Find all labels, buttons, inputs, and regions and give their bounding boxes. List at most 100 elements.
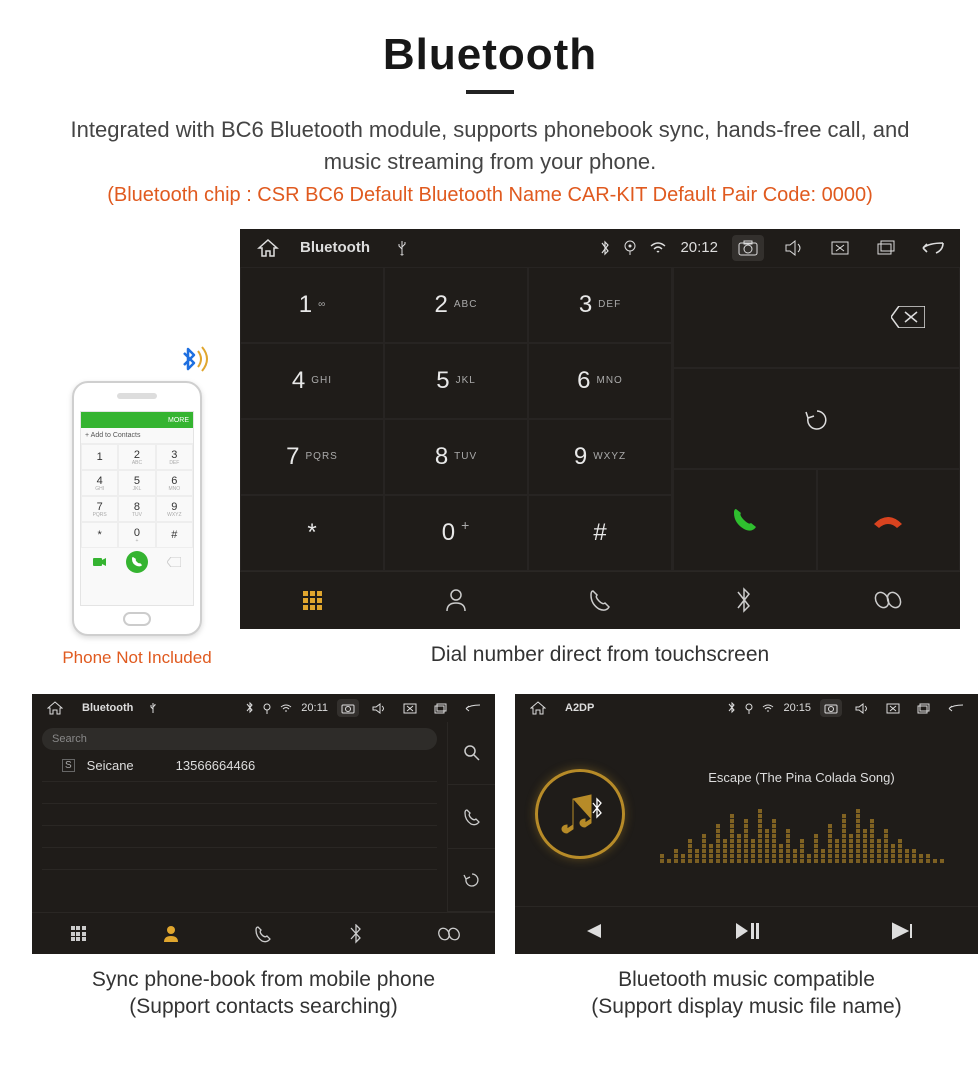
bluetooth-spec: (Bluetooth chip : CSR BC6 Default Blueto… [20,184,960,207]
music-bluetooth-icon [535,769,625,859]
status-bar: Bluetooth 20:12 [240,229,960,267]
phone-topbar: MORE [81,412,193,428]
smartphone-mockup: MORE + Add to Contacts 1 2ABC 3DEF 4GHI … [72,381,202,636]
bluetooth-signal-icon [170,341,218,389]
hangup-button[interactable] [817,469,961,570]
home-icon[interactable] [44,699,66,717]
page-title: Bluetooth [20,30,960,80]
back-button[interactable] [461,699,483,717]
gps-status-icon [745,703,753,714]
recent-apps-button[interactable] [870,235,902,261]
home-icon[interactable] [527,699,549,717]
contact-row[interactable]: S Seicane 13566664466 [42,750,437,782]
key-star[interactable]: * [240,495,384,571]
status-bar-music: A2DP 20:15 [515,694,978,722]
nav-keypad-button[interactable] [240,572,384,629]
feature-description: Integrated with BC6 Bluetooth module, su… [40,114,940,178]
music-visualizer: Escape (The Pina Colada Song) [645,764,958,864]
title-block: Bluetooth [20,30,960,94]
nav-contacts-button[interactable] [384,572,528,629]
contacts-device: Bluetooth 20:11 [32,694,495,954]
wifi-status-icon [762,704,774,713]
screenshot-button[interactable] [337,699,359,717]
search-input[interactable]: Search [42,728,437,750]
phone-delete-icon [163,551,185,573]
home-icon[interactable] [252,235,284,261]
side-search-button[interactable] [448,722,495,785]
recent-apps-button[interactable] [430,699,452,717]
contact-initial-badge: S [62,759,75,772]
status-title: Bluetooth [300,239,370,256]
nav-recent-button[interactable] [217,913,310,954]
back-button[interactable] [944,699,966,717]
gps-status-icon [624,240,636,256]
status-title: A2DP [565,702,594,714]
music-caption: Bluetooth music compatible (Support disp… [515,966,978,1021]
volume-button[interactable] [851,699,873,717]
usb-icon [386,235,418,261]
nav-recent-button[interactable] [528,572,672,629]
screenshot-button[interactable] [732,235,764,261]
song-title: Escape (The Pina Colada Song) [645,770,958,785]
status-title: Bluetooth [82,702,133,714]
back-button[interactable] [916,235,948,261]
music-device: A2DP 20:15 [515,694,978,954]
side-call-button[interactable] [448,785,495,848]
nav-pair-button[interactable] [816,572,960,629]
title-underline [466,90,514,94]
key-0[interactable]: 0+ [384,495,528,571]
call-button[interactable] [673,469,817,570]
key-3[interactable]: 3DEF [528,267,672,343]
bottom-nav [240,571,960,629]
wifi-status-icon [280,704,292,713]
phone-video-icon [89,551,111,573]
close-apps-button[interactable] [399,699,421,717]
delete-digit-button[interactable] [673,267,960,368]
bluetooth-status-icon [600,240,610,256]
bluetooth-status-icon [728,702,736,714]
usb-icon [149,702,157,714]
clock-time: 20:12 [680,239,718,256]
key-8[interactable]: 8TUV [384,419,528,495]
switch-button[interactable] [673,368,960,469]
next-track-button[interactable] [891,922,913,940]
close-apps-button[interactable] [882,699,904,717]
close-apps-button[interactable] [824,235,856,261]
contact-number: 13566664466 [176,758,256,773]
clock-time: 20:15 [783,702,811,714]
phone-add-contacts: + Add to Contacts [81,428,193,444]
dialer-caption: Dial number direct from touchscreen [240,641,960,668]
recent-apps-button[interactable] [913,699,935,717]
key-7[interactable]: 7PQRS [240,419,384,495]
side-sync-button[interactable] [448,849,495,912]
gps-status-icon [263,703,271,714]
key-6[interactable]: 6MNO [528,343,672,419]
nav-keypad-button[interactable] [32,913,125,954]
dialer-device: Bluetooth 20:12 [240,229,960,629]
nav-contacts-button[interactable] [125,913,218,954]
screenshot-button[interactable] [820,699,842,717]
key-2[interactable]: 2ABC [384,267,528,343]
clock-time: 20:11 [301,702,328,714]
bluetooth-status-icon [246,702,254,714]
phone-call-icon [126,551,148,573]
contact-name: Seicane [87,758,134,773]
contacts-caption: Sync phone-book from mobile phone (Suppo… [32,966,495,1021]
volume-button[interactable] [368,699,390,717]
nav-bluetooth-button[interactable] [672,572,816,629]
key-hash[interactable]: # [528,495,672,571]
status-bar-contacts: Bluetooth 20:11 [32,694,495,722]
play-pause-button[interactable] [734,921,760,941]
wifi-status-icon [650,242,666,254]
key-9[interactable]: 9WXYZ [528,419,672,495]
nav-bluetooth-button[interactable] [310,913,403,954]
volume-button[interactable] [778,235,810,261]
key-5[interactable]: 5JKL [384,343,528,419]
phone-mockup-column: MORE + Add to Contacts 1 2ABC 3DEF 4GHI … [60,381,214,668]
dialer-keypad: 1∞ 2ABC 3DEF 4GHI 5JKL 6MNO 7PQRS 8TUV 9… [240,267,672,571]
key-1[interactable]: 1∞ [240,267,384,343]
phone-keypad: 1 2ABC 3DEF 4GHI 5JKL 6MNO 7PQRS 8TUV 9W… [81,444,193,548]
nav-pair-button[interactable] [402,913,495,954]
key-4[interactable]: 4GHI [240,343,384,419]
prev-track-button[interactable] [581,922,603,940]
